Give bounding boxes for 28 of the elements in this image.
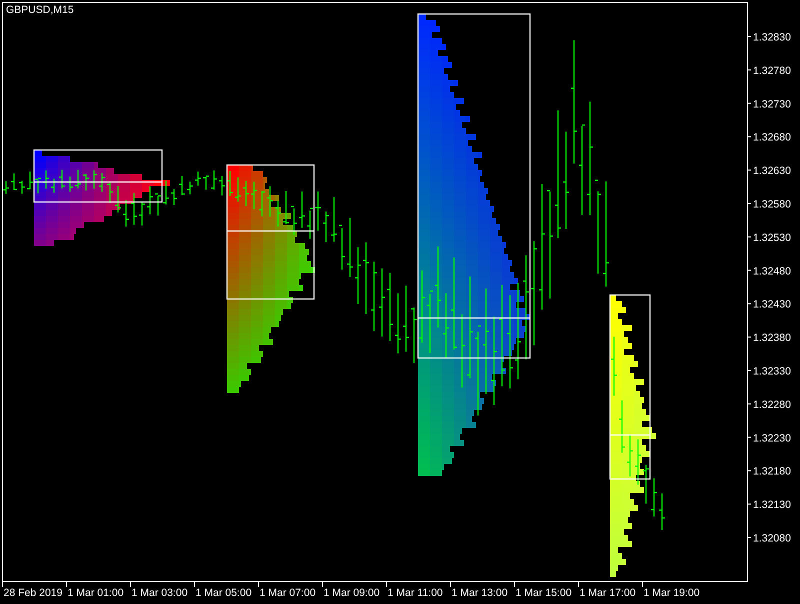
price-label: 1.32730 <box>753 98 791 110</box>
chart-title: GBPUSD,M15 <box>6 4 74 16</box>
price-label: 1.32630 <box>753 165 791 178</box>
price-label: 1.32480 <box>753 265 791 278</box>
time-label: 1 Mar 01:00 <box>68 587 124 599</box>
price-label: 1.32680 <box>753 132 791 144</box>
time-label: 1 Mar 19:00 <box>644 587 700 599</box>
price-label: 1.32280 <box>753 398 791 411</box>
time-label: 1 Mar 13:00 <box>452 587 508 599</box>
time-label: 1 Mar 17:00 <box>580 587 636 599</box>
price-label: 1.32830 <box>753 32 791 44</box>
time-label: 1 Mar 05:00 <box>196 587 252 599</box>
time-label: 28 Feb 2019 <box>4 587 62 599</box>
price-label: 1.32530 <box>753 232 791 244</box>
price-label: 1.32780 <box>753 64 791 77</box>
time-label: 1 Mar 09:00 <box>324 587 380 599</box>
time-label: 1 Mar 07:00 <box>260 587 316 599</box>
price-label: 1.32380 <box>753 332 791 344</box>
time-label: 1 Mar 03:00 <box>132 587 188 599</box>
price-label: 1.32580 <box>753 198 791 210</box>
price-label: 1.32430 <box>753 298 791 311</box>
time-label: 1 Mar 11:00 <box>388 587 443 599</box>
time-label: 1 Mar 15:00 <box>516 587 572 599</box>
price-label: 1.32080 <box>753 532 791 544</box>
price-label: 1.32180 <box>753 466 791 478</box>
price-label: 1.32330 <box>753 366 791 378</box>
price-label: 1.32230 <box>753 432 791 444</box>
price-label: 1.32130 <box>753 499 791 512</box>
